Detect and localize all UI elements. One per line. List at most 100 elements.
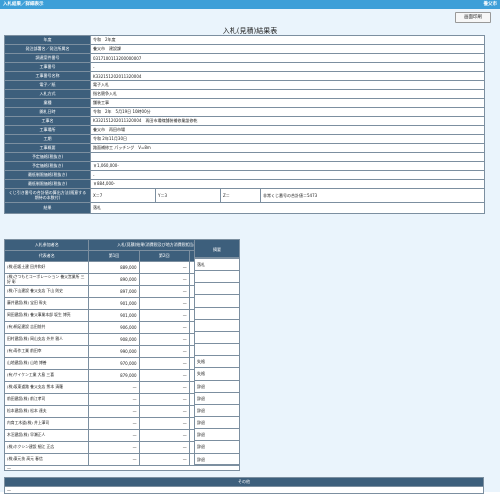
bid-round1: — [88,441,140,454]
bidder-name: 藤井建設(株) 宝田 幹夫 [3,297,90,310]
bid-remark: 辞退 [195,429,239,442]
bidder-name: 田村建設(株) 岡山支店 外井 雅人 [3,333,90,346]
info-row: 電子／紙 電子入札 [4,80,486,90]
rep-header: 代表者名 [3,250,90,262]
info-label: 年度 [4,35,91,45]
info-value: - [89,170,486,180]
info-value: 養父市 再田市場 [89,125,486,135]
info-label: 最低制限価格(税抜き) [4,170,91,180]
info-value: 令和 2年 5月19日 10時00分 [89,107,486,117]
participants-header: 入札参加者名 [3,239,90,251]
lottery-y: Y＝3 [155,188,221,203]
info-label: 電子／紙 [4,80,91,90]
bidder-name: (有)桐足建設 吉田前共 [3,321,90,334]
top-bar: 入札結果／詳細表示 養父市 [0,0,500,9]
other-header: その他 [4,477,484,487]
bid-round2: — [138,345,190,358]
info-row: 開札日時 令和 2年 5月19日 10時00分 [4,107,486,117]
info-row: 工事番号名称 K332151202011320004 [4,71,486,81]
result-label: 結果 [4,202,91,214]
bid-round1: 890,000 [88,273,140,286]
info-label: 予定価格(税抜き) [4,152,91,162]
bid-remark: 辞退 [195,405,239,418]
lottery-row: くじ引き番号の合計値の算出方法(随意する期待の本数付) X＝7 Y＝3 Z＝ 非常くじ番… [4,188,486,203]
info-label: 工事番号名称 [4,71,91,81]
bidder-name: (株)坂東道路 養父支店 熊本 清羅 [3,381,90,394]
bid-round1: 897,000 [88,285,140,298]
info-value: 養父市 建設課 [89,44,486,54]
info-label: 工事概要 [4,143,91,153]
info-row: 入札方式 指名競争入札 [4,89,486,99]
print-button[interactable]: 画面印刷 [455,12,491,23]
bid-remark: 落札 [195,259,239,272]
bid-round1: — [88,429,140,442]
bid-round2: — [138,297,190,310]
info-row: 工期 令和 2年11月30日 [4,134,486,144]
other-table: その他 — [4,477,484,494]
bidder-name: (株)さつもとコーポレーション 養父営業所 三好 彰 [3,273,90,286]
other-value: — [4,486,484,494]
bid-round2: — [138,309,190,322]
info-row: 工事概要 路面補修工 パッチング V=8m [4,143,486,153]
bid-remark [195,320,239,332]
bidder-name: 内育工木道(株) 井上澤司 [3,417,90,430]
info-value: 令和 2年11月30日 [89,134,486,144]
info-value: - [89,62,486,72]
info-label: 工事名 [4,116,91,126]
bidder-name: 山地建設(株) 山地 博善 [3,357,90,370]
bid-round2: — [138,285,190,298]
bid-remark: 辞退 [195,393,239,405]
info-row: 予定価格(税抜き) [4,152,486,162]
info-value: ￥1,060,000- [89,161,486,171]
bid-remark [195,295,239,308]
main-content: 画面印刷 入札(見積)結果表 年度 令和 2年度 発注部署名／発注所属名 養父市 建設… [0,9,500,494]
bidder-name: 松本建設(株) 松本 達夫 [3,405,90,418]
bid-round2: — [138,333,190,346]
bid-round2: — [138,417,190,430]
result-value: 落札 [89,202,486,214]
info-value: K332151202011320004 [89,71,486,81]
bid-round1: — [88,393,140,406]
info-label: 調達案件番号 [4,53,91,63]
result-row: 結果 落札 [4,202,486,214]
bid-round1: 908,000 [88,333,140,346]
bid-round1: — [88,453,140,466]
info-row: 工事名 K332151202011320004 再田市場線舗装補修業談修乾 [4,116,486,126]
bid-round2: — [138,321,190,334]
bid-round1: — [88,405,140,418]
info-label: 工事番号 [4,62,91,72]
bid-round2: — [138,369,190,382]
lottery-z: Z＝ [220,188,261,203]
bid-round1: 906,000 [88,321,140,334]
bid-round1: 990,000 [88,345,140,358]
bid-remark [195,283,239,296]
bid-round2: — [138,441,190,454]
bidder-name: (株)東元技 高元 春信 [3,453,90,466]
info-value: 路面補修工 パッチング V=8m [89,143,486,153]
bid-round2: — [138,357,190,370]
bidder-name: 岡田建設(株) 養父事業本部 坂生 博亮 [3,309,90,322]
bidder-name: (株)下山建設 養父支店 下山 則史 [3,285,90,298]
bid-remark: 失格 [195,368,239,381]
bid-round1: — [88,417,140,430]
city-label: 養父市 [483,2,498,7]
info-value: ￥884,000- [89,179,486,189]
bid-round2: — [138,381,190,394]
bid-remark [195,332,239,345]
info-value: 舗装工事 [89,98,486,108]
bid-round2: — [138,273,190,286]
bid-remark: 失格 [195,356,239,369]
bid-round1: 879,000 [88,369,140,382]
bidder-name: (株)田坂土建 田井和好 [3,261,90,274]
bid-round2: — [138,393,190,406]
bid-round2: — [138,429,190,442]
info-label: 予定価格(税抜き) [4,161,91,171]
info-label: 工期 [4,134,91,144]
remarks-column: 落札 失格 失格 辞退 辞退 辞退 辞退 辞退 辞退 辞退 [194,258,240,466]
bid-round1: 901,000 [88,297,140,310]
info-value: 令和 2年度 [89,35,486,45]
bid-remark: 辞退 [195,417,239,430]
bid-remark [195,344,239,357]
info-value: K332151202011320004 再田市場線舗装補修業談修乾 [89,116,486,126]
info-label: 業種 [4,98,91,108]
